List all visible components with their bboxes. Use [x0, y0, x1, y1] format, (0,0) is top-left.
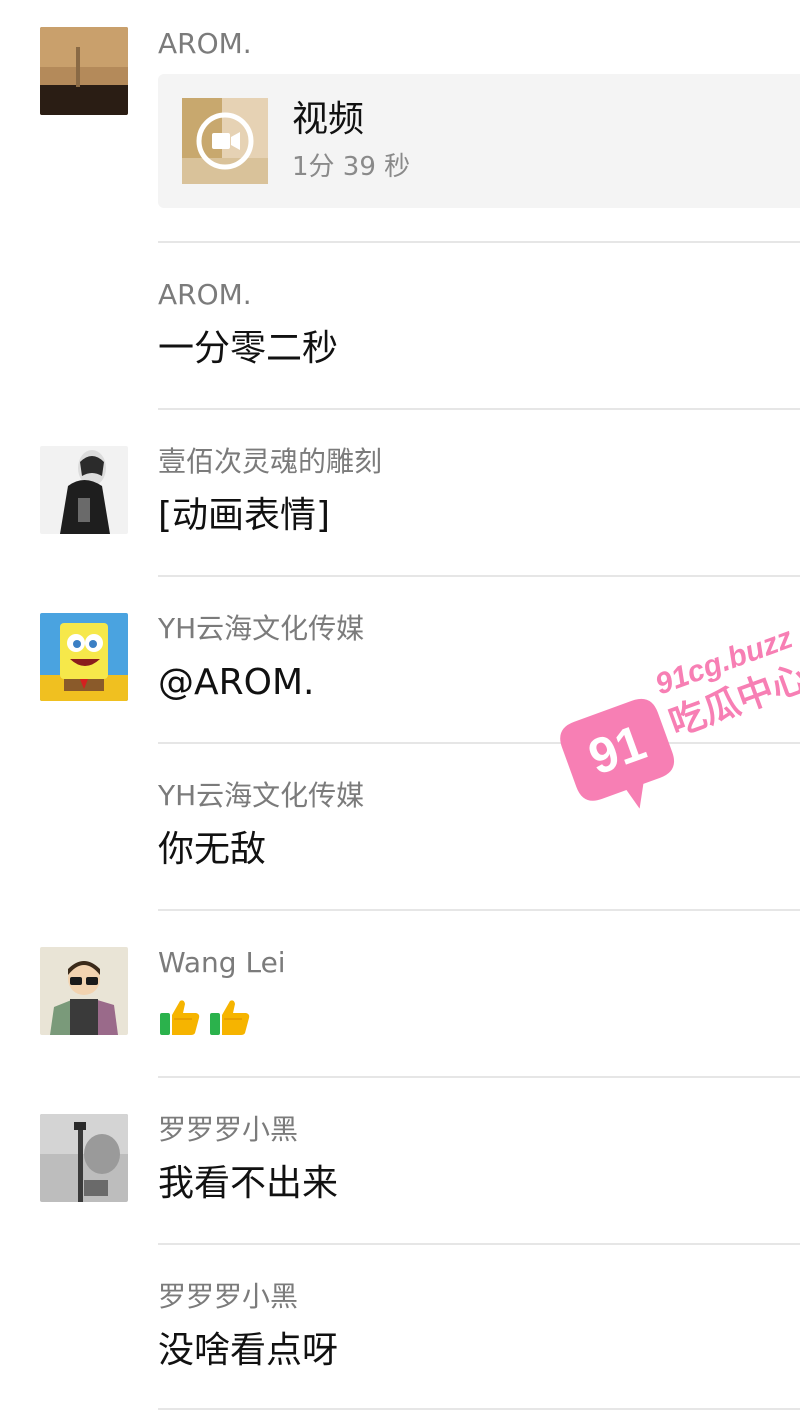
avatar[interactable]: [40, 947, 128, 1035]
sender-name: YH云海文化传媒: [158, 612, 365, 645]
comment-item: AROM. 一分零二秒: [0, 243, 800, 410]
watermark: 91 91cg.buzz 吃瓜中心: [540, 600, 800, 810]
comment-text: [动画表情]: [158, 495, 331, 536]
sender-name: YH云海文化传媒: [158, 779, 365, 812]
video-title: 视频: [292, 99, 365, 140]
sender-name: 罗罗罗小黑: [158, 1280, 299, 1313]
comment-item: Wang Lei: [0, 911, 800, 1078]
comment-text: 我看不出来: [158, 1163, 339, 1204]
avatar[interactable]: [40, 1114, 128, 1202]
comment-text: @AROM.: [158, 662, 315, 703]
video-attachment[interactable]: 视频 1分 39 秒: [158, 74, 800, 208]
video-thumbnail: [182, 98, 268, 184]
comment-text: 没啥看点呀: [158, 1330, 339, 1371]
sender-name: Wang Lei: [158, 946, 286, 979]
avatar[interactable]: [40, 27, 128, 115]
thumbs-up-icon: [158, 995, 202, 1050]
sender-name: AROM.: [158, 27, 252, 60]
emoji-reaction: [158, 995, 258, 1050]
comment-text: 一分零二秒: [158, 328, 339, 369]
sender-name: AROM.: [158, 278, 252, 311]
comment-item: 壹佰次灵魂的雕刻 [动画表情]: [0, 410, 800, 577]
comment-item: 罗罗罗小黑 我看不出来: [0, 1078, 800, 1245]
avatar[interactable]: [40, 446, 128, 534]
sender-name: 壹佰次灵魂的雕刻: [158, 445, 383, 478]
sender-name: 罗罗罗小黑: [158, 1113, 299, 1146]
avatar[interactable]: [40, 613, 128, 701]
comment-text: 你无敌: [158, 829, 267, 870]
video-duration: 1分 39 秒: [292, 152, 411, 182]
comment-item: 罗罗罗小黑 没啥看点呀: [0, 1245, 800, 1410]
comment-item: AROM. 视频 1分 39 秒: [0, 0, 800, 243]
thumbs-up-icon: [208, 995, 252, 1050]
